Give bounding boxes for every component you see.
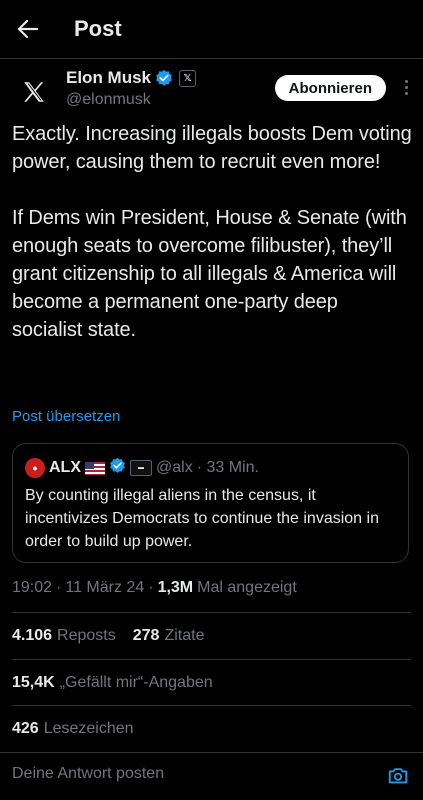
author-row: Elon Musk 𝕏 @elonmusk Abonnieren (0, 66, 423, 116)
post-text: Exactly. Increasing illegals boosts Dem … (12, 123, 412, 341)
back-arrow-icon[interactable] (18, 19, 38, 39)
verified-badge-icon (109, 457, 126, 479)
quoted-author-handle: @alx (156, 459, 193, 476)
quote-label[interactable]: Zitate (164, 627, 204, 645)
top-bar: Post (0, 0, 423, 59)
reply-bar: Deine Antwort posten (0, 752, 423, 800)
bookmark-count[interactable]: 426 (12, 720, 39, 738)
meta-separator: · (56, 579, 62, 596)
divider (12, 612, 411, 613)
like-count[interactable]: 15,4K (12, 674, 55, 692)
view-count-label: Mal angezeigt (197, 579, 297, 596)
post-meta: 19:02 · 11 März 24 · 1,3M Mal angezeigt (12, 579, 297, 597)
quoted-post-header: ● ALX ▬ @alx · 33 Min. (25, 457, 259, 479)
author-handle[interactable]: @elonmusk (66, 91, 151, 109)
divider (12, 705, 411, 706)
bookmark-label[interactable]: Lesezeichen (44, 720, 134, 738)
x-logo-icon (24, 82, 44, 102)
post-date: 11 März 24 (65, 579, 145, 596)
quoted-author-name: ALX (49, 459, 81, 476)
page-title: Post (74, 16, 122, 41)
more-options-icon[interactable] (403, 80, 409, 95)
divider (12, 659, 411, 660)
reply-input[interactable]: Deine Antwort posten (12, 765, 164, 783)
repost-label[interactable]: Reposts (57, 627, 116, 645)
post-time: 19:02 (12, 579, 53, 596)
camera-icon[interactable] (387, 765, 409, 787)
quoted-avatar: ● (25, 458, 45, 478)
quote-count[interactable]: 278 (133, 627, 160, 645)
affiliate-org-badge-icon: ▬ (130, 460, 152, 476)
quoted-post-time: · 33 Min. (196, 459, 259, 476)
quoted-post-text: By counting illegal aliens in the census… (25, 487, 379, 550)
view-count: 1,3M (157, 579, 194, 596)
author-name-row: Elon Musk 𝕏 (66, 68, 197, 88)
subscribe-button[interactable]: Abonnieren (274, 75, 386, 101)
meta-separator: · (148, 579, 154, 596)
like-label[interactable]: „Gefällt mir“-Angaben (60, 674, 213, 692)
avatar[interactable] (12, 70, 56, 114)
translate-post-link[interactable]: Post übersetzen (12, 408, 120, 425)
us-flag-icon (85, 461, 105, 475)
bookmarks-stat[interactable]: 426 Lesezeichen (12, 720, 411, 738)
verified-badge-icon (155, 69, 173, 87)
likes-stat[interactable]: 15,4K „Gefällt mir“-Angaben (12, 674, 411, 692)
quoted-post[interactable]: ● ALX ▬ @alx · 33 Min. By counting illeg… (12, 443, 409, 563)
repost-quote-stats: 4.106 Reposts 278 Zitate (12, 627, 411, 645)
affiliate-x-badge-icon: 𝕏 (179, 69, 197, 87)
repost-count[interactable]: 4.106 (12, 627, 52, 645)
author-name[interactable]: Elon Musk (66, 68, 151, 88)
